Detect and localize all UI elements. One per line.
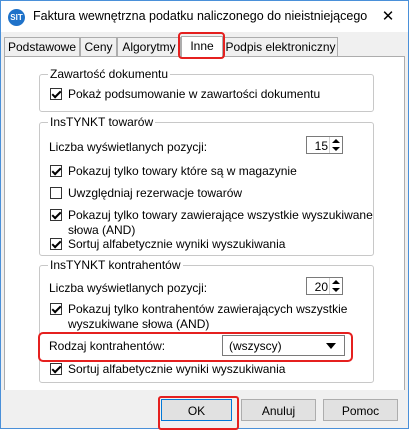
goods-count-value[interactable]: 15 [315,139,328,153]
tab-panel-inne: Zawartość dokumentu Pokaż podsumowanie w… [4,56,405,391]
label-line-1: Pokazuj tylko kontrahentów zawierających… [68,302,348,316]
tab-algorytmy[interactable]: Algorytmy [117,37,181,56]
spinner-buttons[interactable] [329,278,342,294]
checkbox-label: Sortuj alfabetycznie wyniki wyszukiwania [68,362,286,376]
checkbox-box[interactable] [50,165,62,177]
checkbox-box[interactable] [50,303,62,315]
checkbox-box[interactable] [50,187,62,199]
cancel-button[interactable]: Anuluj [241,399,316,421]
checkbox-label: Pokazuj tylko towary zawierające wszystk… [68,208,373,238]
checkbox-goods-all-words[interactable]: Pokazuj tylko towary zawierające wszystk… [50,208,373,238]
ok-button[interactable]: OK [161,399,232,421]
tab-podpis-elektroniczny[interactable]: Podpis elektroniczny [223,37,338,56]
tab-ceny[interactable]: Ceny [80,37,117,56]
dialog-window: SIT Faktura wewnętrzna podatku naliczone… [0,0,409,430]
contractor-type-value[interactable]: (wszyscy) [229,339,282,353]
checkbox-contractors-sort-alpha[interactable]: Sortuj alfabetycznie wyniki wyszukiwania [50,362,285,377]
goods-count-label: Liczba wyświetlanych pozycji: [49,140,208,154]
contractors-count-label: Liczba wyświetlanych pozycji: [49,281,208,295]
label-line-1: Pokazuj tylko towary zawierające wszystk… [68,208,373,222]
tab-podstawowe[interactable]: Podstawowe [4,37,80,56]
contractor-type-label: Rodzaj kontrahentów: [49,339,166,353]
checkbox-box[interactable] [50,88,62,100]
spinner-down-icon[interactable] [332,147,340,151]
spinner-up-icon[interactable] [332,280,340,284]
close-icon: ✕ [381,8,395,25]
spinner-up-icon[interactable] [332,139,340,143]
checkbox-label: Pokazuj tylko kontrahentów zawierających… [68,302,347,332]
label-line-2: wyszukiwane słowa (AND) [68,317,210,331]
help-button[interactable]: Pomoc [323,399,398,421]
close-button[interactable]: ✕ [368,1,408,31]
group-contractors-instinct: InsTYNKT kontrahentów Liczba wyświetlany… [39,258,374,383]
checkbox-label: Pokaż podsumowanie w zawartości dokument… [68,87,321,101]
checkbox-label: Sortuj alfabetycznie wyniki wyszukiwania [68,237,286,251]
checkbox-label: Pokazuj tylko towary które są w magazyni… [68,164,297,178]
app-logo-icon: SIT [8,9,25,26]
checkbox-goods-sort-alpha[interactable]: Sortuj alfabetycznie wyniki wyszukiwania [50,237,285,252]
checkbox-label: Uwzględniaj rezerwacje towarów [68,186,243,200]
contractor-type-select[interactable]: (wszyscy) [222,335,345,356]
dropdown-arrow-icon[interactable] [326,343,336,349]
group-title-document: Zawartość dokumentu [48,67,171,81]
window-title: Faktura wewnętrzna podatku naliczonego d… [33,9,368,23]
label-line-2: słowa (AND) [68,223,136,237]
checkbox-show-summary[interactable]: Pokaż podsumowanie w zawartości dokument… [50,87,320,102]
goods-count-spinner[interactable]: 15 [306,136,343,154]
checkbox-only-in-stock[interactable]: Pokazuj tylko towary które są w magazyni… [50,164,297,179]
contractors-count-value[interactable]: 20 [315,280,328,294]
checkbox-contractors-all-words[interactable]: Pokazuj tylko kontrahentów zawierających… [50,302,347,332]
tab-inne[interactable]: Inne [181,36,223,57]
group-document-content: Zawartość dokumentu Pokaż podsumowanie w… [39,67,374,112]
checkbox-consider-reservations[interactable]: Uwzględniaj rezerwacje towarów [50,186,242,201]
checkbox-box[interactable] [50,209,62,221]
checkbox-box[interactable] [50,238,62,250]
title-bar[interactable]: SIT Faktura wewnętrzna podatku naliczone… [1,1,408,32]
group-goods-instinct: InsTYNKT towarów Liczba wyświetlanych po… [39,115,374,256]
dialog-footer: OK Anuluj Pomoc [1,390,408,428]
spinner-buttons[interactable] [329,137,342,153]
group-title-contractors: InsTYNKT kontrahentów [48,258,183,272]
checkbox-box[interactable] [50,363,62,375]
group-title-goods: InsTYNKT towarów [48,115,156,129]
spinner-down-icon[interactable] [332,288,340,292]
contractors-count-spinner[interactable]: 20 [306,277,343,295]
